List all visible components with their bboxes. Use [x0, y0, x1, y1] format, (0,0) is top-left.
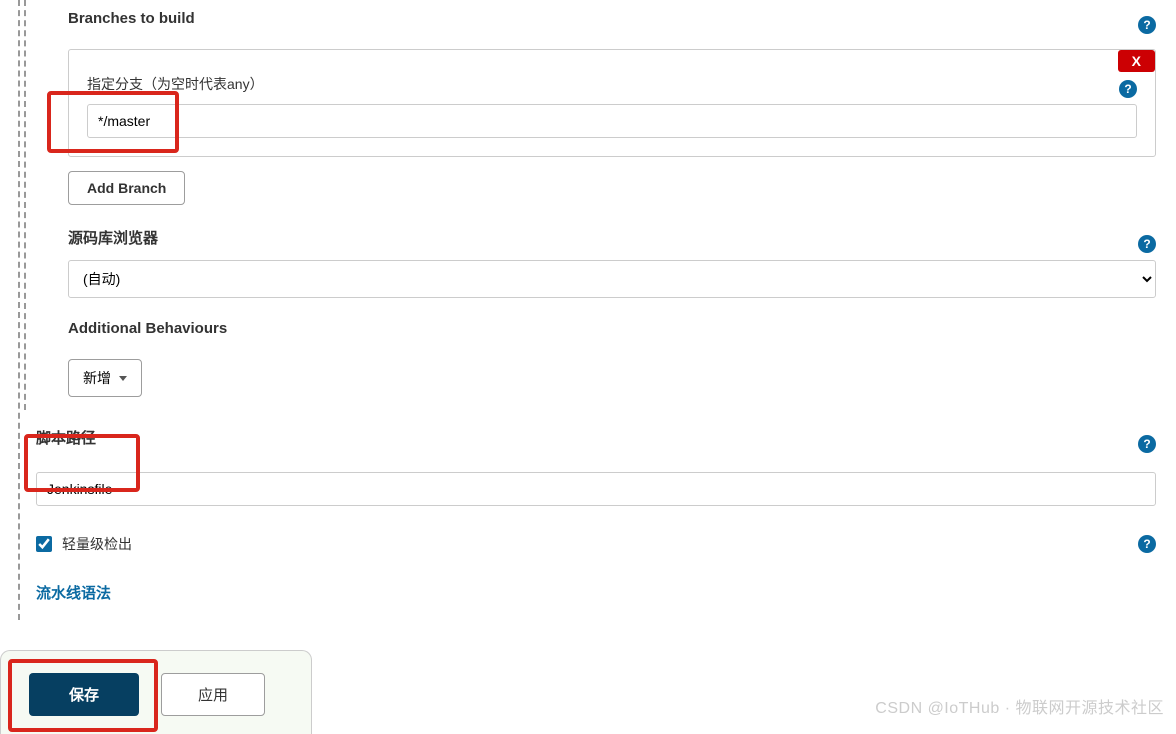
- add-behaviour-label: 新增: [83, 368, 111, 388]
- delete-branch-button[interactable]: X: [1118, 50, 1155, 72]
- save-button[interactable]: 保存: [29, 673, 139, 716]
- add-behaviour-button[interactable]: 新增: [68, 359, 142, 397]
- script-path-title: 脚本路径: [36, 427, 96, 448]
- branches-to-build-title: Branches to build: [68, 10, 195, 27]
- apply-button[interactable]: 应用: [161, 673, 265, 716]
- pipeline-syntax-link[interactable]: 流水线语法: [36, 582, 111, 603]
- footer-bar: 保存 应用: [0, 650, 312, 734]
- repo-browser-select[interactable]: (自动): [68, 260, 1156, 298]
- lightweight-checkout-label: 轻量级检出: [62, 534, 132, 554]
- additional-behaviours-title: Additional Behaviours: [68, 320, 1156, 337]
- help-icon[interactable]: ?: [1138, 235, 1156, 253]
- repo-browser-title: 源码库浏览器: [68, 227, 158, 248]
- branches-box: X 指定分支（为空时代表any） ?: [68, 49, 1156, 157]
- lightweight-checkout-checkbox[interactable]: [36, 536, 52, 552]
- add-branch-button[interactable]: Add Branch: [68, 171, 185, 205]
- chevron-down-icon: [119, 376, 127, 381]
- help-icon[interactable]: ?: [1138, 535, 1156, 553]
- help-icon[interactable]: ?: [1119, 80, 1137, 98]
- help-icon[interactable]: ?: [1138, 16, 1156, 34]
- script-path-input[interactable]: [36, 472, 1156, 506]
- watermark: CSDN @IoTHub · 物联网开源技术社区: [875, 694, 1164, 718]
- branch-specifier-label: 指定分支（为空时代表any）: [87, 74, 264, 94]
- branch-specifier-input[interactable]: [87, 104, 1137, 138]
- help-icon[interactable]: ?: [1138, 435, 1156, 453]
